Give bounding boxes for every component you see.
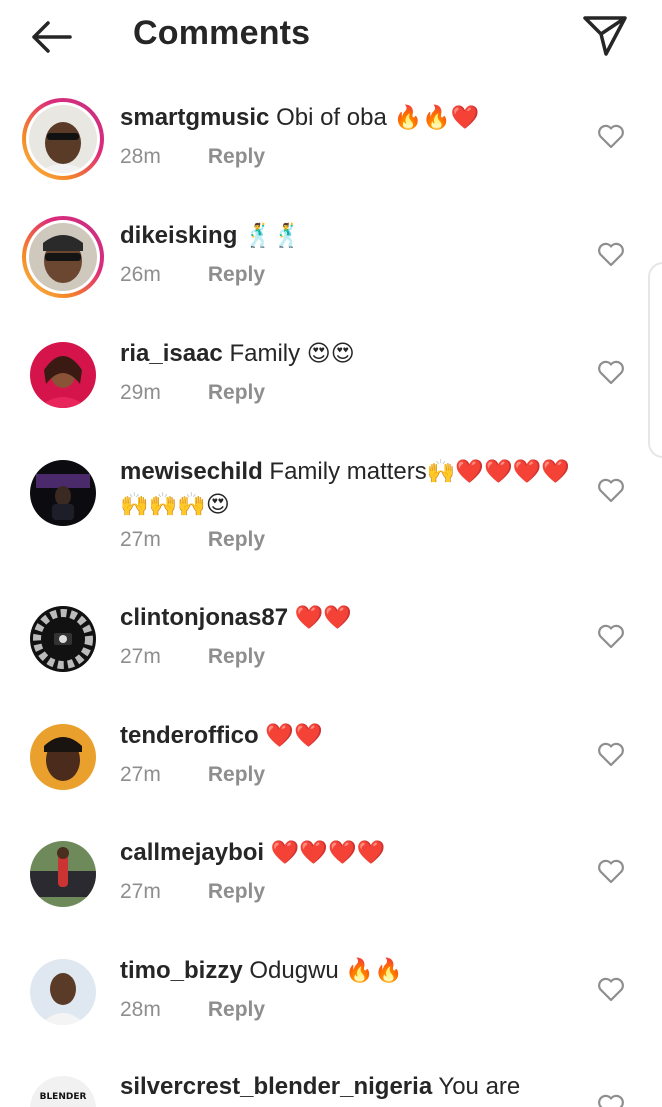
like-button[interactable] [597,477,625,503]
paper-plane-icon [583,16,627,56]
comment-meta: 27m Reply [120,528,265,552]
avatar-container[interactable] [22,951,104,1033]
avatar: BLENDER [30,1076,96,1107]
avatar [30,724,96,790]
comment-username[interactable]: clintonjonas87 [120,604,288,631]
comment-emoji: 🔥🔥❤️ [393,104,480,130]
comment-meta: 26m Reply [120,263,265,287]
comment-text: dikeisking 🕺🕺 [120,219,590,252]
comment-emoji: 😍😍 [306,340,355,366]
share-button[interactable] [580,10,630,60]
comment-text: timo_bizzy Odugwu 🔥🔥 [120,954,590,987]
page-title: Comments [133,14,311,52]
avatar-container[interactable] [22,598,104,680]
comment-meta: 29m Reply [120,381,265,405]
reply-button[interactable]: Reply [208,381,265,404]
edge-panel-handle[interactable] [648,262,662,458]
comment-time: 27m [120,645,161,668]
avatar-container[interactable] [22,833,104,915]
avatar [30,460,96,526]
comment-username[interactable]: callmejayboi [120,839,264,866]
arrow-left-icon [32,21,72,53]
like-button[interactable] [597,359,625,385]
comment-body: You are [438,1073,521,1100]
comment-time: 27m [120,880,161,903]
comment-time: 29m [120,381,161,404]
heart-outline-icon [598,742,624,767]
heart-outline-icon [598,859,624,884]
avatar [30,606,96,672]
heart-outline-icon [598,242,624,267]
like-button[interactable] [597,623,625,649]
avatar [30,841,96,907]
comment-meta: 27m Reply [120,880,265,904]
comment-body: Obi of oba [276,104,387,131]
avatar [30,342,96,408]
comment-username[interactable]: smartgmusic [120,104,269,131]
comment-emoji: 🕺🕺 [244,222,302,248]
reply-button[interactable]: Reply [208,645,265,668]
comment-time: 28m [120,998,161,1021]
comment-body: Odugwu [249,957,339,984]
comment-username[interactable]: timo_bizzy [120,957,243,984]
comment-emoji: 🔥🔥 [345,957,403,983]
heart-outline-icon [598,124,624,149]
comment-meta: 27m Reply [120,645,265,669]
heart-outline-icon [598,360,624,385]
like-button[interactable] [597,1093,625,1107]
heart-outline-icon [598,977,624,1002]
reply-button[interactable]: Reply [208,763,265,786]
comment-meta: 28m Reply [120,998,265,1022]
comment-username[interactable]: silvercrest_blender_nigeria [120,1073,432,1100]
avatar-story-ring[interactable] [22,216,104,298]
like-button[interactable] [597,741,625,767]
comment-text: smartgmusic Obi of oba 🔥🔥❤️ [120,101,590,134]
avatar-container[interactable] [22,452,104,534]
comment-text: tenderoffico ❤️❤️ [120,719,590,752]
heart-outline-icon [598,624,624,649]
reply-button[interactable]: Reply [208,880,265,903]
heart-outline-icon [598,1094,624,1107]
comments-header: Comments [0,0,662,70]
heart-outline-icon [598,478,624,503]
avatar [29,105,97,173]
comment-text: ria_isaac Family 😍😍 [120,337,590,370]
comment-emoji: ❤️❤️❤️❤️ [270,839,386,865]
comment-time: 27m [120,528,161,551]
comment-meta: 28m Reply [120,145,265,169]
back-button[interactable] [28,14,76,58]
comment-text: silvercrest_blender_nigeria You are [120,1071,590,1103]
reply-button[interactable]: Reply [208,263,265,286]
comment-row: BLENDER silvercrest_blender_nigeria You … [0,1068,662,1107]
like-button[interactable] [597,123,625,149]
comment-body: Family matters [269,458,427,485]
comment-text: clintonjonas87 ❤️❤️ [120,601,590,634]
reply-button[interactable]: Reply [208,145,265,168]
like-button[interactable] [597,976,625,1002]
like-button[interactable] [597,241,625,267]
comment-text: mewisechild Family matters🙌❤️❤️❤️❤️🙌🙌🙌😍 [120,455,590,521]
comment-time: 26m [120,263,161,286]
like-button[interactable] [597,858,625,884]
comment-username[interactable]: mewisechild [120,458,263,485]
comment-time: 28m [120,145,161,168]
avatar [30,959,96,1025]
avatar-logo-text: BLENDER [39,1092,87,1102]
comment-username[interactable]: ria_isaac [120,340,223,367]
comment-username[interactable]: dikeisking [120,222,237,249]
avatar-container[interactable]: BLENDER [22,1068,104,1107]
avatar-story-ring[interactable] [22,98,104,180]
comment-emoji: ❤️❤️ [265,722,323,748]
avatar [29,223,97,291]
comment-time: 27m [120,763,161,786]
reply-button[interactable]: Reply [208,998,265,1021]
avatar-container[interactable] [22,716,104,798]
reply-button[interactable]: Reply [208,528,265,551]
comment-meta: 27m Reply [120,763,265,787]
avatar-container[interactable] [22,334,104,416]
comment-text: callmejayboi ❤️❤️❤️❤️ [120,836,590,869]
comment-body: Family [229,340,301,367]
comment-username[interactable]: tenderoffico [120,722,259,749]
comment-emoji: ❤️❤️ [294,604,352,630]
